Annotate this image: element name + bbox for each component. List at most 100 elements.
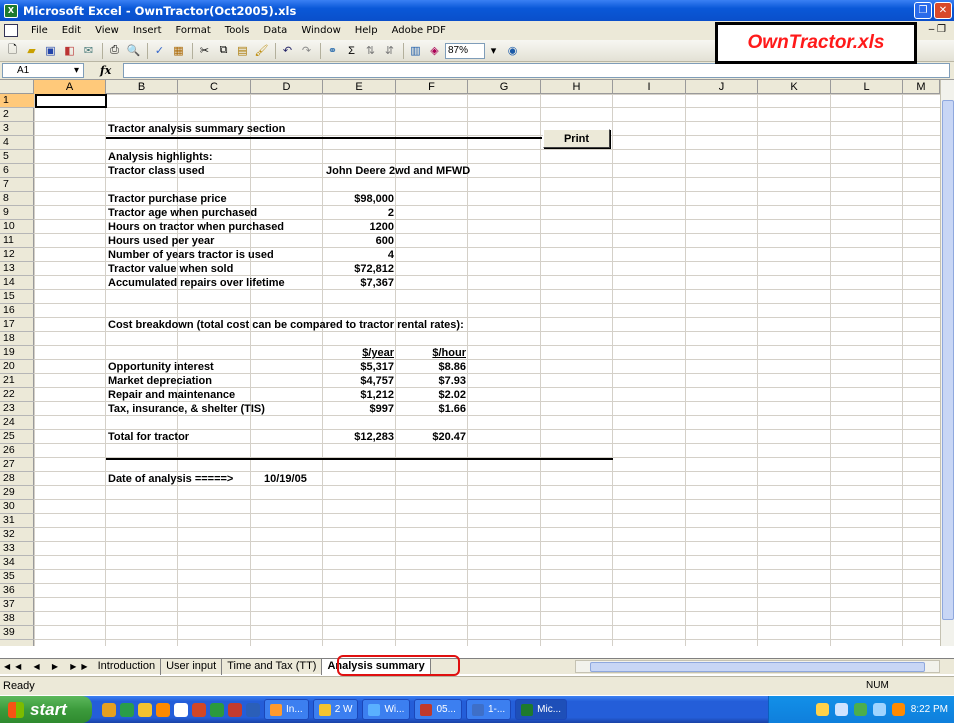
format-painter-icon[interactable]: 🖌 xyxy=(253,42,270,59)
tab-time-and-tax[interactable]: Time and Tax (TT) xyxy=(222,658,323,675)
close-window-button[interactable]: ✕ xyxy=(934,2,952,19)
quick-launch-icon[interactable] xyxy=(120,702,134,717)
menu-insert[interactable]: Insert xyxy=(126,25,169,36)
chart-wizard-icon[interactable]: ▥ xyxy=(407,42,424,59)
taskbar-item-05[interactable]: 05... xyxy=(414,699,462,720)
row-header[interactable]: 28 xyxy=(0,472,34,486)
insert-function-icon[interactable]: fx xyxy=(100,64,111,77)
name-box[interactable]: A1 ▾ xyxy=(2,63,84,78)
horizontal-scroll-thumb[interactable] xyxy=(590,662,925,672)
tab-introduction[interactable]: Introduction xyxy=(93,658,162,675)
email-icon[interactable]: ✉ xyxy=(80,42,97,59)
row-header[interactable]: 2 xyxy=(0,108,34,122)
tray-icon[interactable] xyxy=(872,703,886,716)
row-header[interactable]: 19 xyxy=(0,346,34,360)
row-header[interactable]: 4 xyxy=(0,136,34,150)
taskbar-item-1[interactable]: 1-... xyxy=(465,699,512,720)
active-cell-a1[interactable] xyxy=(35,94,107,108)
row-header[interactable]: 18 xyxy=(0,332,34,346)
start-button[interactable]: start xyxy=(0,696,92,723)
row-header[interactable]: 11 xyxy=(0,234,34,248)
row-header[interactable]: 15 xyxy=(0,290,34,304)
print-button[interactable]: Print xyxy=(543,129,610,148)
tray-icon[interactable] xyxy=(815,703,829,716)
column-header-c[interactable]: C xyxy=(178,80,251,94)
column-header-b[interactable]: B xyxy=(106,80,178,94)
taskbar-item-2w[interactable]: 2 W xyxy=(312,699,359,720)
column-header-g[interactable]: G xyxy=(468,80,541,94)
worksheet-grid[interactable]: Tractor analysis summary section Print A… xyxy=(34,94,940,646)
hyperlink-icon[interactable]: ⚭ xyxy=(324,42,341,59)
help-icon[interactable]: ◉ xyxy=(504,42,521,59)
menu-view[interactable]: View xyxy=(88,25,126,36)
horizontal-scrollbar[interactable] xyxy=(575,660,940,673)
row-header[interactable]: 20 xyxy=(0,360,34,374)
zoom-select[interactable]: 87% xyxy=(445,42,485,59)
redo-icon[interactable]: ↷ xyxy=(298,42,315,59)
tab-scroll-arrows-icon[interactable]: ◀◀ ◀ ▶ ▶▶ xyxy=(4,662,93,671)
spelling-icon[interactable]: ✓ xyxy=(151,42,168,59)
permission-icon[interactable]: ◧ xyxy=(61,42,78,59)
row-header[interactable]: 3 xyxy=(0,122,34,136)
excel-app-icon[interactable]: X xyxy=(4,3,18,18)
sort-descending-icon[interactable]: ⇵ xyxy=(381,42,398,59)
row-header[interactable]: 31 xyxy=(0,514,34,528)
row-header[interactable]: 25 xyxy=(0,430,34,444)
menu-file[interactable]: File xyxy=(24,25,55,36)
tab-user-input[interactable]: User input xyxy=(161,658,223,675)
row-header[interactable]: 8 xyxy=(0,192,34,206)
print-preview-icon[interactable]: 🔍 xyxy=(125,42,142,59)
print-icon[interactable]: ⎙ xyxy=(106,42,123,59)
tray-icon[interactable] xyxy=(891,703,905,716)
column-header-i[interactable]: I xyxy=(613,80,686,94)
column-header-h[interactable]: H xyxy=(541,80,613,94)
new-icon[interactable]: 🗋 xyxy=(4,42,21,59)
row-header[interactable]: 7 xyxy=(0,178,34,192)
restore-window-button[interactable]: ❐ xyxy=(914,2,932,19)
menu-adobe-pdf[interactable]: Adobe PDF xyxy=(385,25,453,36)
vertical-scroll-thumb[interactable] xyxy=(942,100,954,620)
column-header-k[interactable]: K xyxy=(758,80,831,94)
formula-input[interactable] xyxy=(123,63,950,78)
workbook-icon[interactable] xyxy=(4,24,18,37)
row-header[interactable]: 29 xyxy=(0,486,34,500)
row-header[interactable]: 37 xyxy=(0,598,34,612)
row-header[interactable]: 16 xyxy=(0,304,34,318)
row-header[interactable]: 9 xyxy=(0,206,34,220)
quick-launch-icon[interactable] xyxy=(156,702,170,717)
row-header[interactable]: 32 xyxy=(0,528,34,542)
cut-icon[interactable]: ✂ xyxy=(196,42,213,59)
row-header[interactable]: 39 xyxy=(0,626,34,640)
row-header[interactable]: 34 xyxy=(0,556,34,570)
row-header[interactable]: 30 xyxy=(0,500,34,514)
menu-data[interactable]: Data xyxy=(256,25,294,36)
row-header[interactable]: 12 xyxy=(0,248,34,262)
tray-icon[interactable] xyxy=(834,703,848,716)
row-header[interactable]: 24 xyxy=(0,416,34,430)
row-header[interactable]: 33 xyxy=(0,542,34,556)
column-header-f[interactable]: F xyxy=(396,80,468,94)
autosum-icon[interactable]: Σ xyxy=(343,42,360,59)
row-header[interactable]: 1 xyxy=(0,94,34,108)
vertical-scrollbar[interactable] xyxy=(940,80,954,646)
column-header-m[interactable]: M xyxy=(903,80,940,94)
row-header[interactable]: 10 xyxy=(0,220,34,234)
zoom-dropdown-icon[interactable]: ▾ xyxy=(485,42,502,59)
quick-launch-icon[interactable] xyxy=(192,702,206,717)
quick-launch-icon[interactable] xyxy=(246,702,260,717)
taskbar-item-wi[interactable]: Wi... xyxy=(362,699,411,720)
menu-format[interactable]: Format xyxy=(169,25,218,36)
undo-icon[interactable]: ↶ xyxy=(279,42,296,59)
quick-launch-icon[interactable] xyxy=(210,702,224,717)
quick-launch-icon[interactable] xyxy=(228,702,242,717)
column-header-e[interactable]: E xyxy=(323,80,396,94)
menu-help[interactable]: Help xyxy=(348,25,385,36)
taskbar-item-mic[interactable]: Mic... xyxy=(515,699,568,720)
mdi-restore-icon[interactable]: ‒ ❐ xyxy=(929,24,946,35)
row-header[interactable]: 14 xyxy=(0,276,34,290)
tray-icon[interactable] xyxy=(853,703,867,716)
quick-launch-icon[interactable] xyxy=(138,702,152,717)
menu-window[interactable]: Window xyxy=(294,25,347,36)
quick-launch-icon[interactable] xyxy=(174,702,188,717)
copy-icon[interactable]: ⧉ xyxy=(215,42,232,59)
